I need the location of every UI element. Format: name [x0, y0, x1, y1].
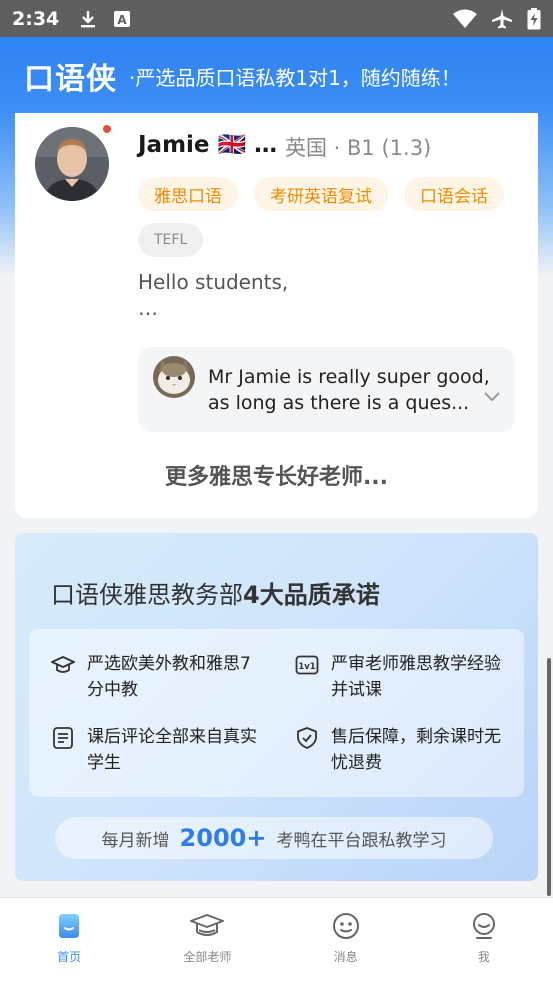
growth-prefix: 每月新增	[101, 830, 170, 851]
profile-icon	[472, 913, 495, 939]
bio-line: Hello students,	[138, 270, 289, 294]
chevron-down-icon[interactable]	[483, 391, 501, 403]
download-icon	[81, 10, 96, 27]
svg-text:A: A	[118, 13, 128, 27]
promise-text: 严选欧美外教和雅思7分中教	[87, 654, 251, 700]
teachers-icon	[190, 914, 225, 936]
nav-item-home[interactable]: 首页	[0, 898, 138, 983]
brand-title: 口语侠	[24, 62, 117, 97]
airplane-icon	[492, 8, 512, 28]
growth-suffix: 考鸭在平台跟私教学习	[276, 830, 447, 851]
growth-number: 2000+	[179, 824, 267, 852]
wifi-icon	[453, 9, 477, 28]
reviewer-avatar	[153, 356, 195, 398]
promise-item: 严选欧美外教和雅思7分中教	[51, 651, 261, 703]
review-text: Mr Jamie is really super good, as long a…	[208, 364, 498, 416]
review-line: Mr Jamie is really super good,	[208, 366, 490, 388]
promise-title-bold: 4大品质承诺	[243, 581, 380, 609]
growth-banner: 每月新增 2000+ 考鸭在平台跟私教学习	[55, 817, 493, 859]
student-review[interactable]: Mr Jamie is really super good, as long a…	[138, 347, 515, 432]
tag-ielts-speaking: 雅思口语	[138, 177, 238, 211]
teacher-name[interactable]: Jamie 🇬🇧 …	[138, 131, 277, 158]
promise-item: 售后保障，剩余课时无忧退费	[295, 724, 505, 776]
nav-item-all-teachers[interactable]: 全部老师	[138, 898, 276, 983]
teacher-bio: Hello students, …	[138, 269, 288, 321]
nav-label: 全部老师	[183, 950, 232, 964]
nav-label: 首页	[57, 950, 82, 964]
teacher-avatar[interactable]	[35, 127, 109, 201]
graduation-cap-icon	[51, 656, 75, 673]
review-line: as long as there is a ques...	[208, 392, 470, 414]
brand-slogan: ·严选品质口语私教1对1，随约随练！	[129, 65, 461, 90]
promise-item: 课后评论全部来自真实学生	[51, 724, 261, 776]
promise-text: 课后评论全部来自真实学生	[87, 727, 257, 773]
app-header: 口语侠 ·严选品质口语私教1对1，随约随练！	[0, 37, 553, 115]
one-on-one-icon: 1v1	[295, 655, 319, 675]
nav-item-messages[interactable]: 消息	[277, 898, 415, 983]
promise-text: 严审老师雅思教学经验并试课	[331, 654, 501, 700]
promise-list: 严选欧美外教和雅思7分中教 1v1 严审老师雅思教学经验并试课 课后评论全部来自…	[29, 629, 524, 797]
tag-conversation: 口语会话	[404, 177, 504, 211]
promise-title-prefix: 口语侠雅思教务部	[51, 581, 243, 609]
nav-item-profile[interactable]: 我	[415, 898, 553, 983]
home-icon	[59, 914, 80, 938]
online-status-dot	[101, 123, 113, 135]
teacher-tags: 雅思口语 考研英语复试 口语会话 TEFL	[138, 177, 528, 257]
document-icon	[53, 727, 73, 749]
nav-label: 消息	[333, 950, 358, 964]
svg-text:1v1: 1v1	[298, 662, 315, 672]
quality-promise-card: 口语侠雅思教务部4大品质承诺 严选欧美外教和雅思7分中教 1v1 严审老师雅思教…	[15, 533, 538, 881]
shield-check-icon	[297, 727, 317, 749]
promise-item: 1v1 严审老师雅思教学经验并试课	[295, 651, 505, 703]
promise-text: 售后保障，剩余课时无忧退费	[331, 727, 501, 773]
bio-ellipsis: …	[138, 296, 158, 320]
more-teachers-link[interactable]: 更多雅思专长好老师...	[15, 459, 538, 491]
tag-postgrad-interview: 考研英语复试	[254, 177, 388, 211]
teacher-meta: 英国 · B1 (1.3)	[285, 136, 432, 160]
scrollbar[interactable]	[547, 658, 551, 896]
translate-icon: A	[114, 10, 131, 27]
promise-title: 口语侠雅思教务部4大品质承诺	[51, 575, 380, 610]
teacher-card[interactable]: Jamie 🇬🇧 … 英国 · B1 (1.3) 雅思口语 考研英语复试 口语会…	[15, 113, 538, 518]
tag-tefl: TEFL	[138, 223, 204, 257]
nav-label: 我	[477, 950, 490, 964]
status-bar: 2:34 A	[0, 0, 553, 37]
status-time: 2:34	[12, 7, 60, 30]
bottom-nav: 首页 全部老师 消息 我	[0, 897, 553, 983]
message-icon	[332, 913, 359, 939]
battery-charging-icon	[527, 7, 541, 29]
